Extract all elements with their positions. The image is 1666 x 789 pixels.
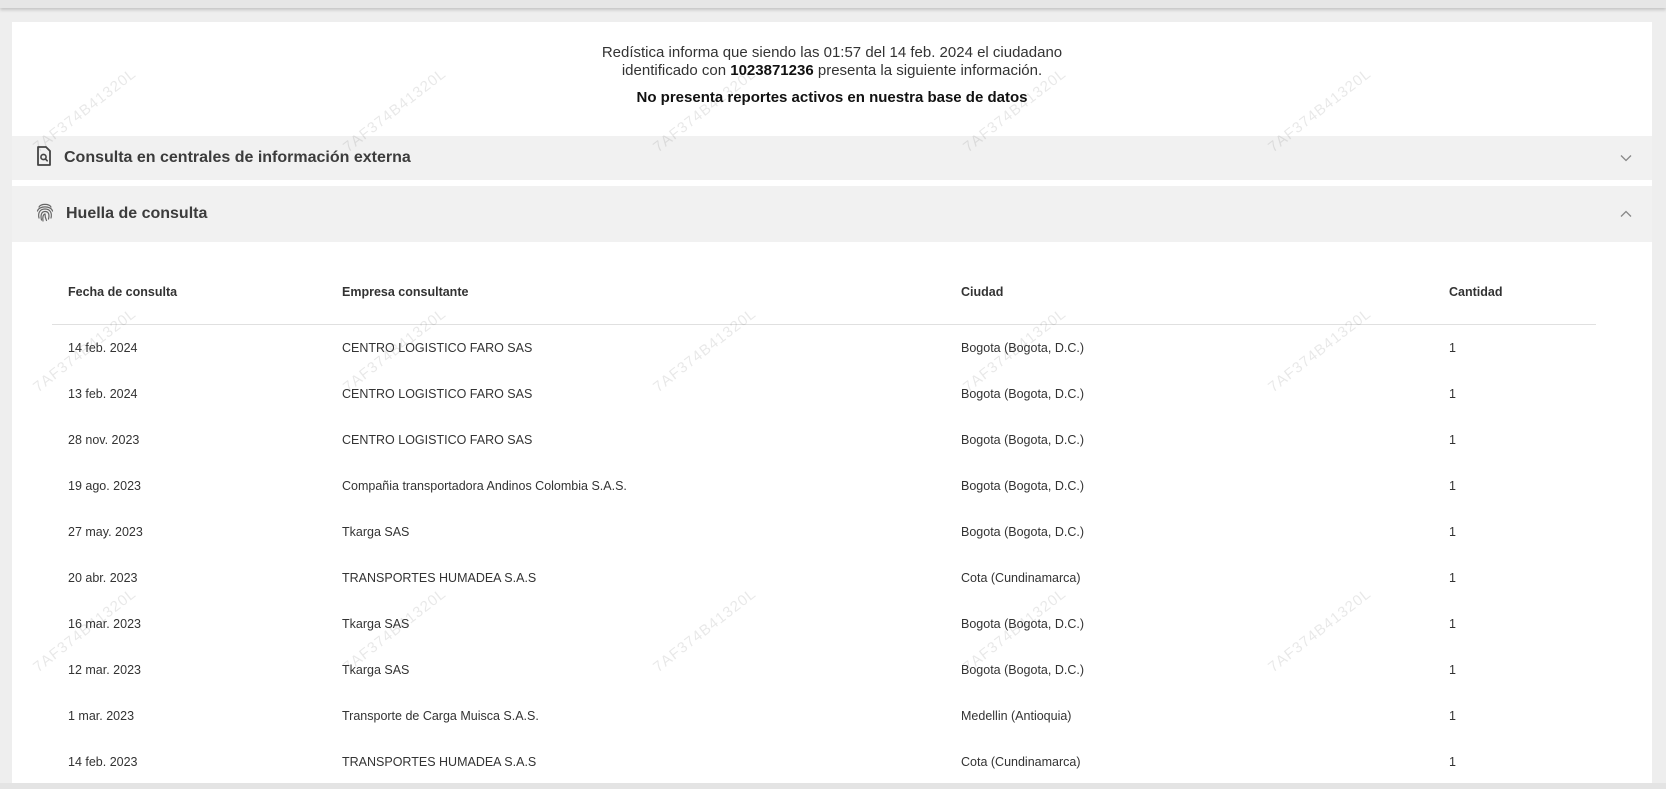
cell-ciudad: Medellin (Antioquia) <box>961 709 1072 723</box>
section-external-title: Consulta en centrales de información ext… <box>64 149 411 166</box>
cell-fecha: 13 feb. 2024 <box>68 387 138 401</box>
header-empresa: Empresa consultante <box>342 242 961 325</box>
cell-fecha: 27 may. 2023 <box>68 525 143 539</box>
chevron-down-icon[interactable] <box>1620 149 1632 167</box>
fingerprint-icon <box>36 202 54 227</box>
cell-ciudad: Cota (Cundinamarca) <box>961 755 1081 769</box>
table-row: 12 mar. 2023 Tkarga SAS Bogota (Bogota, … <box>52 647 1596 693</box>
document-search-icon <box>36 145 52 171</box>
header-cantidad: Cantidad <box>1449 242 1596 325</box>
id-number: 1023871236 <box>730 62 814 79</box>
cell-empresa: Tkarga SAS <box>342 617 410 631</box>
cell-cantidad: 1 <box>1449 755 1456 769</box>
table-row: 14 feb. 2024 CENTRO LOGISTICO FARO SAS B… <box>52 325 1596 372</box>
cell-cantidad: 1 <box>1449 663 1456 677</box>
cell-ciudad: Bogota (Bogota, D.C.) <box>961 663 1084 677</box>
cell-empresa: Tkarga SAS <box>342 525 410 539</box>
cell-fecha: 12 mar. 2023 <box>68 663 141 677</box>
cell-empresa: Tkarga SAS <box>342 663 410 677</box>
cell-cantidad: 1 <box>1449 525 1456 539</box>
section-fingerprint-header[interactable]: Huella de consulta <box>12 186 1652 242</box>
section-fingerprint-title: Huella de consulta <box>66 205 208 222</box>
table-row: 1 mar. 2023 Transporte de Carga Muisca S… <box>52 693 1596 739</box>
cell-fecha: 28 nov. 2023 <box>68 433 140 447</box>
cell-fecha: 20 abr. 2023 <box>68 571 138 585</box>
table-header-row: Fecha de consulta Empresa consultante Ci… <box>52 242 1596 325</box>
cell-empresa: TRANSPORTES HUMADEA S.A.S <box>342 571 537 585</box>
bottom-scroll-edge <box>0 783 1666 789</box>
cell-empresa: CENTRO LOGISTICO FARO SAS <box>342 341 533 355</box>
cell-empresa: Transporte de Carga Muisca S.A.S. <box>342 709 539 723</box>
cell-cantidad: 1 <box>1449 433 1456 447</box>
cell-ciudad: Bogota (Bogota, D.C.) <box>961 387 1084 401</box>
fingerprint-table: Fecha de consulta Empresa consultante Ci… <box>52 242 1596 785</box>
table-row: 16 mar. 2023 Tkarga SAS Bogota (Bogota, … <box>52 601 1596 647</box>
cell-ciudad: Bogota (Bogota, D.C.) <box>961 479 1084 493</box>
top-bar <box>0 0 1666 8</box>
cell-ciudad: Bogota (Bogota, D.C.) <box>961 433 1084 447</box>
cell-fecha: 16 mar. 2023 <box>68 617 141 631</box>
cell-cantidad: 1 <box>1449 617 1456 631</box>
intro-line-2: identificado con 1023871236 presenta la … <box>12 62 1652 80</box>
cell-ciudad: Bogota (Bogota, D.C.) <box>961 617 1084 631</box>
report-status: No presenta reportes activos en nuestra … <box>636 89 1028 106</box>
cell-cantidad: 1 <box>1449 571 1456 585</box>
report-card: Redística informa que siendo las 01:57 d… <box>12 22 1652 789</box>
id-suffix: presenta la siguiente información. <box>813 62 1043 79</box>
table-row: 20 abr. 2023 TRANSPORTES HUMADEA S.A.S C… <box>52 555 1596 601</box>
cell-cantidad: 1 <box>1449 479 1456 493</box>
cell-empresa: Compañia transportadora Andinos Colombia… <box>342 479 627 493</box>
fingerprint-table-wrap: Fecha de consulta Empresa consultante Ci… <box>12 242 1652 785</box>
chevron-up-icon[interactable] <box>1620 205 1632 223</box>
cell-cantidad: 1 <box>1449 387 1456 401</box>
id-prefix: identificado con <box>621 62 731 79</box>
cell-ciudad: Bogota (Bogota, D.C.) <box>961 341 1084 355</box>
table-row: 13 feb. 2024 CENTRO LOGISTICO FARO SAS B… <box>52 371 1596 417</box>
table-row: 28 nov. 2023 CENTRO LOGISTICO FARO SAS B… <box>52 417 1596 463</box>
cell-fecha: 14 feb. 2023 <box>68 755 138 769</box>
cell-ciudad: Cota (Cundinamarca) <box>961 571 1081 585</box>
cell-empresa: CENTRO LOGISTICO FARO SAS <box>342 433 533 447</box>
cell-ciudad: Bogota (Bogota, D.C.) <box>961 525 1084 539</box>
section-external-header[interactable]: Consulta en centrales de información ext… <box>12 136 1652 180</box>
header-fecha: Fecha de consulta <box>52 242 342 325</box>
cell-empresa: CENTRO LOGISTICO FARO SAS <box>342 387 533 401</box>
cell-fecha: 19 ago. 2023 <box>68 479 141 493</box>
header-ciudad: Ciudad <box>961 242 1449 325</box>
table-row: 27 may. 2023 Tkarga SAS Bogota (Bogota, … <box>52 509 1596 555</box>
cell-empresa: TRANSPORTES HUMADEA S.A.S <box>342 755 537 769</box>
cell-cantidad: 1 <box>1449 709 1456 723</box>
table-row: 14 feb. 2023 TRANSPORTES HUMADEA S.A.S C… <box>52 739 1596 785</box>
intro-line-1: Redística informa que siendo las 01:57 d… <box>601 44 1063 61</box>
table-row: 19 ago. 2023 Compañia transportadora And… <box>52 463 1596 509</box>
report-intro: Redística informa que siendo las 01:57 d… <box>12 22 1652 136</box>
cell-fecha: 1 mar. 2023 <box>68 709 135 723</box>
cell-fecha: 14 feb. 2024 <box>68 341 138 355</box>
cell-cantidad: 1 <box>1449 341 1456 355</box>
